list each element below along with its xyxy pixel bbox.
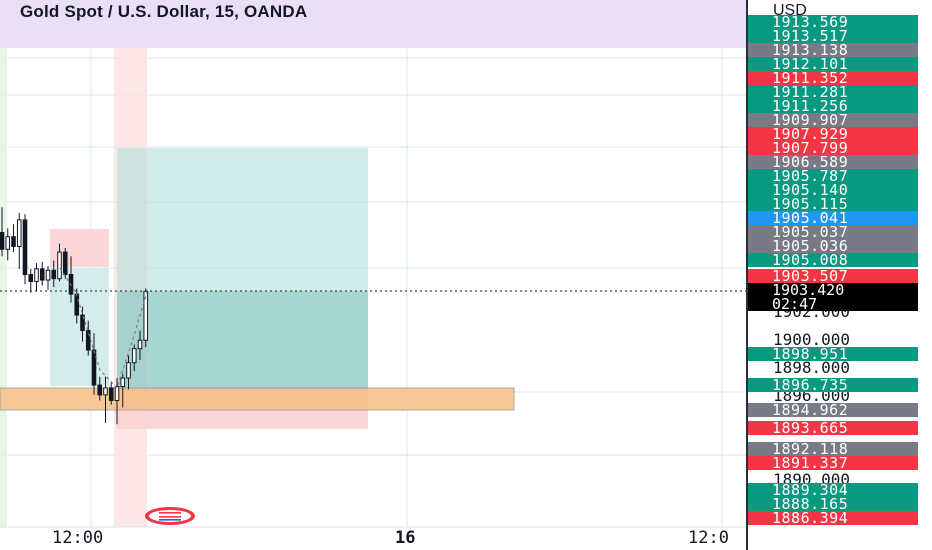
candle-body bbox=[137, 339, 143, 350]
price-label: 1905.787 bbox=[748, 169, 918, 183]
price-label: 1889.304 bbox=[748, 483, 918, 497]
price-label: 1913.517 bbox=[748, 29, 918, 43]
candle-body bbox=[108, 387, 114, 401]
candle-body bbox=[45, 269, 51, 281]
price-label: 1886.394 bbox=[748, 511, 918, 525]
price-label: 1911.352 bbox=[748, 71, 918, 85]
current-price-label: 1903.420 02:47 bbox=[748, 283, 918, 313]
price-label: 1905.140 bbox=[748, 183, 918, 197]
price-label: 1906.589 bbox=[748, 155, 918, 169]
candle-body bbox=[114, 385, 120, 401]
price-label: 1888.165 bbox=[748, 497, 918, 511]
price-label: 1892.118 bbox=[748, 442, 918, 456]
time-label: 16 bbox=[395, 528, 416, 548]
candle-body bbox=[120, 377, 126, 387]
time-label: 12:00 bbox=[52, 528, 104, 548]
flag-icon[interactable] bbox=[145, 507, 195, 525]
price-label: 1905.041 bbox=[748, 211, 918, 225]
price-label: 1891.337 bbox=[748, 456, 918, 470]
price-label: 1909.907 bbox=[748, 113, 918, 127]
candle-body bbox=[51, 269, 57, 280]
candle-body bbox=[22, 219, 28, 275]
price-label: 1912.101 bbox=[748, 57, 918, 71]
price-label: 1907.929 bbox=[748, 127, 918, 141]
candle-body bbox=[16, 219, 22, 247]
time-label: 12:0 bbox=[688, 528, 729, 548]
candle-body bbox=[5, 236, 11, 250]
price-label: 1905.037 bbox=[748, 225, 918, 239]
price-label: 1894.962 bbox=[748, 403, 918, 417]
candle-body bbox=[126, 362, 131, 379]
entry-zone bbox=[117, 291, 368, 391]
price-label: 1905.036 bbox=[748, 239, 918, 253]
candle-body bbox=[91, 349, 97, 386]
candle-body bbox=[97, 384, 103, 396]
profit-zone bbox=[117, 148, 368, 291]
candle-body bbox=[39, 268, 45, 281]
candle-body bbox=[103, 387, 108, 396]
left-session-band bbox=[0, 0, 7, 527]
candle-body bbox=[57, 251, 62, 280]
candle-body bbox=[74, 293, 80, 316]
price-tick: 1900.000 bbox=[773, 333, 851, 347]
candle-body bbox=[34, 268, 39, 282]
demand-box bbox=[50, 268, 109, 386]
price-label: 1913.569 bbox=[748, 15, 918, 29]
price-label: 1898.951 bbox=[748, 347, 918, 361]
candle-body bbox=[0, 231, 5, 250]
countdown-timer: 02:47 bbox=[772, 295, 818, 313]
chart-title: Gold Spot / U.S. Dollar, 15, OANDA bbox=[20, 2, 308, 21]
candle-body bbox=[131, 348, 137, 364]
price-label: 1911.256 bbox=[748, 99, 918, 113]
price-label: 1905.008 bbox=[748, 253, 918, 267]
price-label: 1911.281 bbox=[748, 85, 918, 99]
price-label: 1913.138 bbox=[748, 43, 918, 57]
candle-body bbox=[11, 236, 16, 247]
price-label: 1907.799 bbox=[748, 141, 918, 155]
price-tick: 1898.000 bbox=[773, 361, 851, 375]
grid bbox=[0, 0, 746, 527]
price-label: 1893.665 bbox=[748, 421, 918, 435]
demand-zone-rect bbox=[0, 387, 515, 411]
candle-body bbox=[62, 251, 68, 275]
candle-body bbox=[28, 273, 34, 282]
price-label: 1896.735 bbox=[748, 378, 918, 392]
time-axis-bg bbox=[0, 527, 746, 550]
price-label: 1905.115 bbox=[748, 197, 918, 211]
candle-body bbox=[85, 329, 91, 351]
